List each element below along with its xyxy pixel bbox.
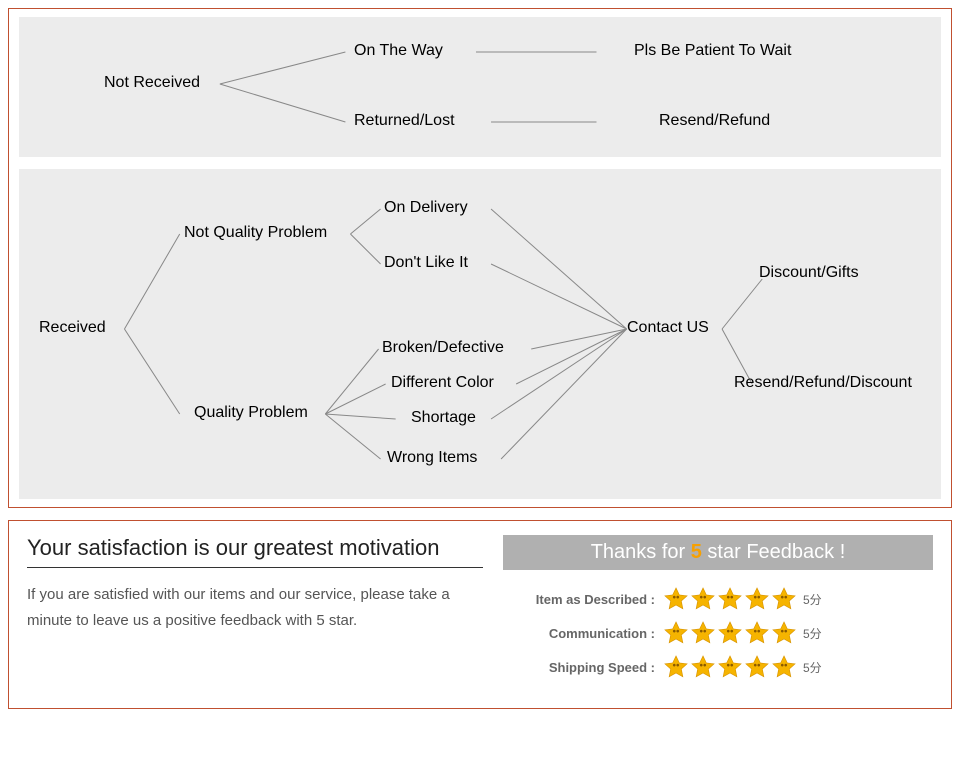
feedback-left: Your satisfaction is our greatest motiva…: [27, 535, 483, 688]
star-icon: ••: [771, 620, 797, 646]
node-dont-like-it: Don't Like It: [384, 254, 468, 272]
node-different-color: Different Color: [391, 374, 494, 392]
node-on-the-way: On The Way: [354, 42, 443, 60]
node-patient-wait: Pls Be Patient To Wait: [634, 42, 791, 60]
rating-row: Shipping Speed :••••••••••5分: [503, 654, 933, 680]
not-received-block: Not Received On The Way Returned/Lost Pl…: [19, 17, 941, 157]
feedback-body: If you are satisfied with our items and …: [27, 582, 483, 633]
thanks-post: star Feedback !: [702, 541, 845, 563]
star-icon: ••: [663, 654, 689, 680]
star-icon: ••: [690, 586, 716, 612]
star-icon: ••: [663, 586, 689, 612]
rating-label: Shipping Speed :: [503, 660, 663, 675]
star-icon: ••: [717, 620, 743, 646]
node-broken-defective: Broken/Defective: [382, 339, 504, 357]
star-icon: ••: [717, 654, 743, 680]
rating-score: 5分: [803, 625, 822, 642]
node-on-delivery: On Delivery: [384, 199, 468, 217]
feedback-right: Thanks for 5 star Feedback ! Item as Des…: [503, 535, 933, 688]
node-resend-refund-discount: Resend/Refund/Discount: [734, 374, 912, 392]
star-icon: ••: [744, 586, 770, 612]
thanks-number: 5: [691, 541, 702, 563]
rating-label: Communication :: [503, 626, 663, 641]
node-received: Received: [39, 319, 106, 337]
node-quality-problem: Quality Problem: [194, 404, 308, 422]
node-returned-lost: Returned/Lost: [354, 112, 455, 130]
rating-row: Item as Described :••••••••••5分: [503, 586, 933, 612]
star-icon: ••: [717, 586, 743, 612]
rating-stars: ••••••••••: [663, 620, 797, 646]
rating-score: 5分: [803, 659, 822, 676]
thanks-pre: Thanks for: [591, 541, 691, 563]
star-icon: ••: [744, 654, 770, 680]
star-icon: ••: [663, 620, 689, 646]
rating-stars: ••••••••••: [663, 654, 797, 680]
rating-row: Communication :••••••••••5分: [503, 620, 933, 646]
connector-lines: [19, 169, 941, 499]
rating-stars: ••••••••••: [663, 586, 797, 612]
star-icon: ••: [744, 620, 770, 646]
node-resend-refund: Resend/Refund: [659, 112, 770, 130]
rating-label: Item as Described :: [503, 592, 663, 607]
node-contact-us: Contact US: [627, 319, 709, 337]
node-not-received: Not Received: [104, 74, 200, 92]
feedback-panel: Your satisfaction is our greatest motiva…: [8, 520, 952, 709]
rating-score: 5分: [803, 591, 822, 608]
thanks-bar: Thanks for 5 star Feedback !: [503, 535, 933, 570]
diagram-panel: Not Received On The Way Returned/Lost Pl…: [8, 8, 952, 508]
received-block: Received Not Quality Problem Quality Pro…: [19, 169, 941, 499]
star-icon: ••: [771, 586, 797, 612]
ratings-list: Item as Described :••••••••••5分Communica…: [503, 586, 933, 680]
node-not-quality-problem: Not Quality Problem: [184, 224, 327, 242]
feedback-title: Your satisfaction is our greatest motiva…: [27, 535, 483, 568]
node-wrong-items: Wrong Items: [387, 449, 477, 467]
node-shortage: Shortage: [411, 409, 476, 427]
node-discount-gifts: Discount/Gifts: [759, 264, 859, 282]
star-icon: ••: [771, 654, 797, 680]
star-icon: ••: [690, 654, 716, 680]
star-icon: ••: [690, 620, 716, 646]
